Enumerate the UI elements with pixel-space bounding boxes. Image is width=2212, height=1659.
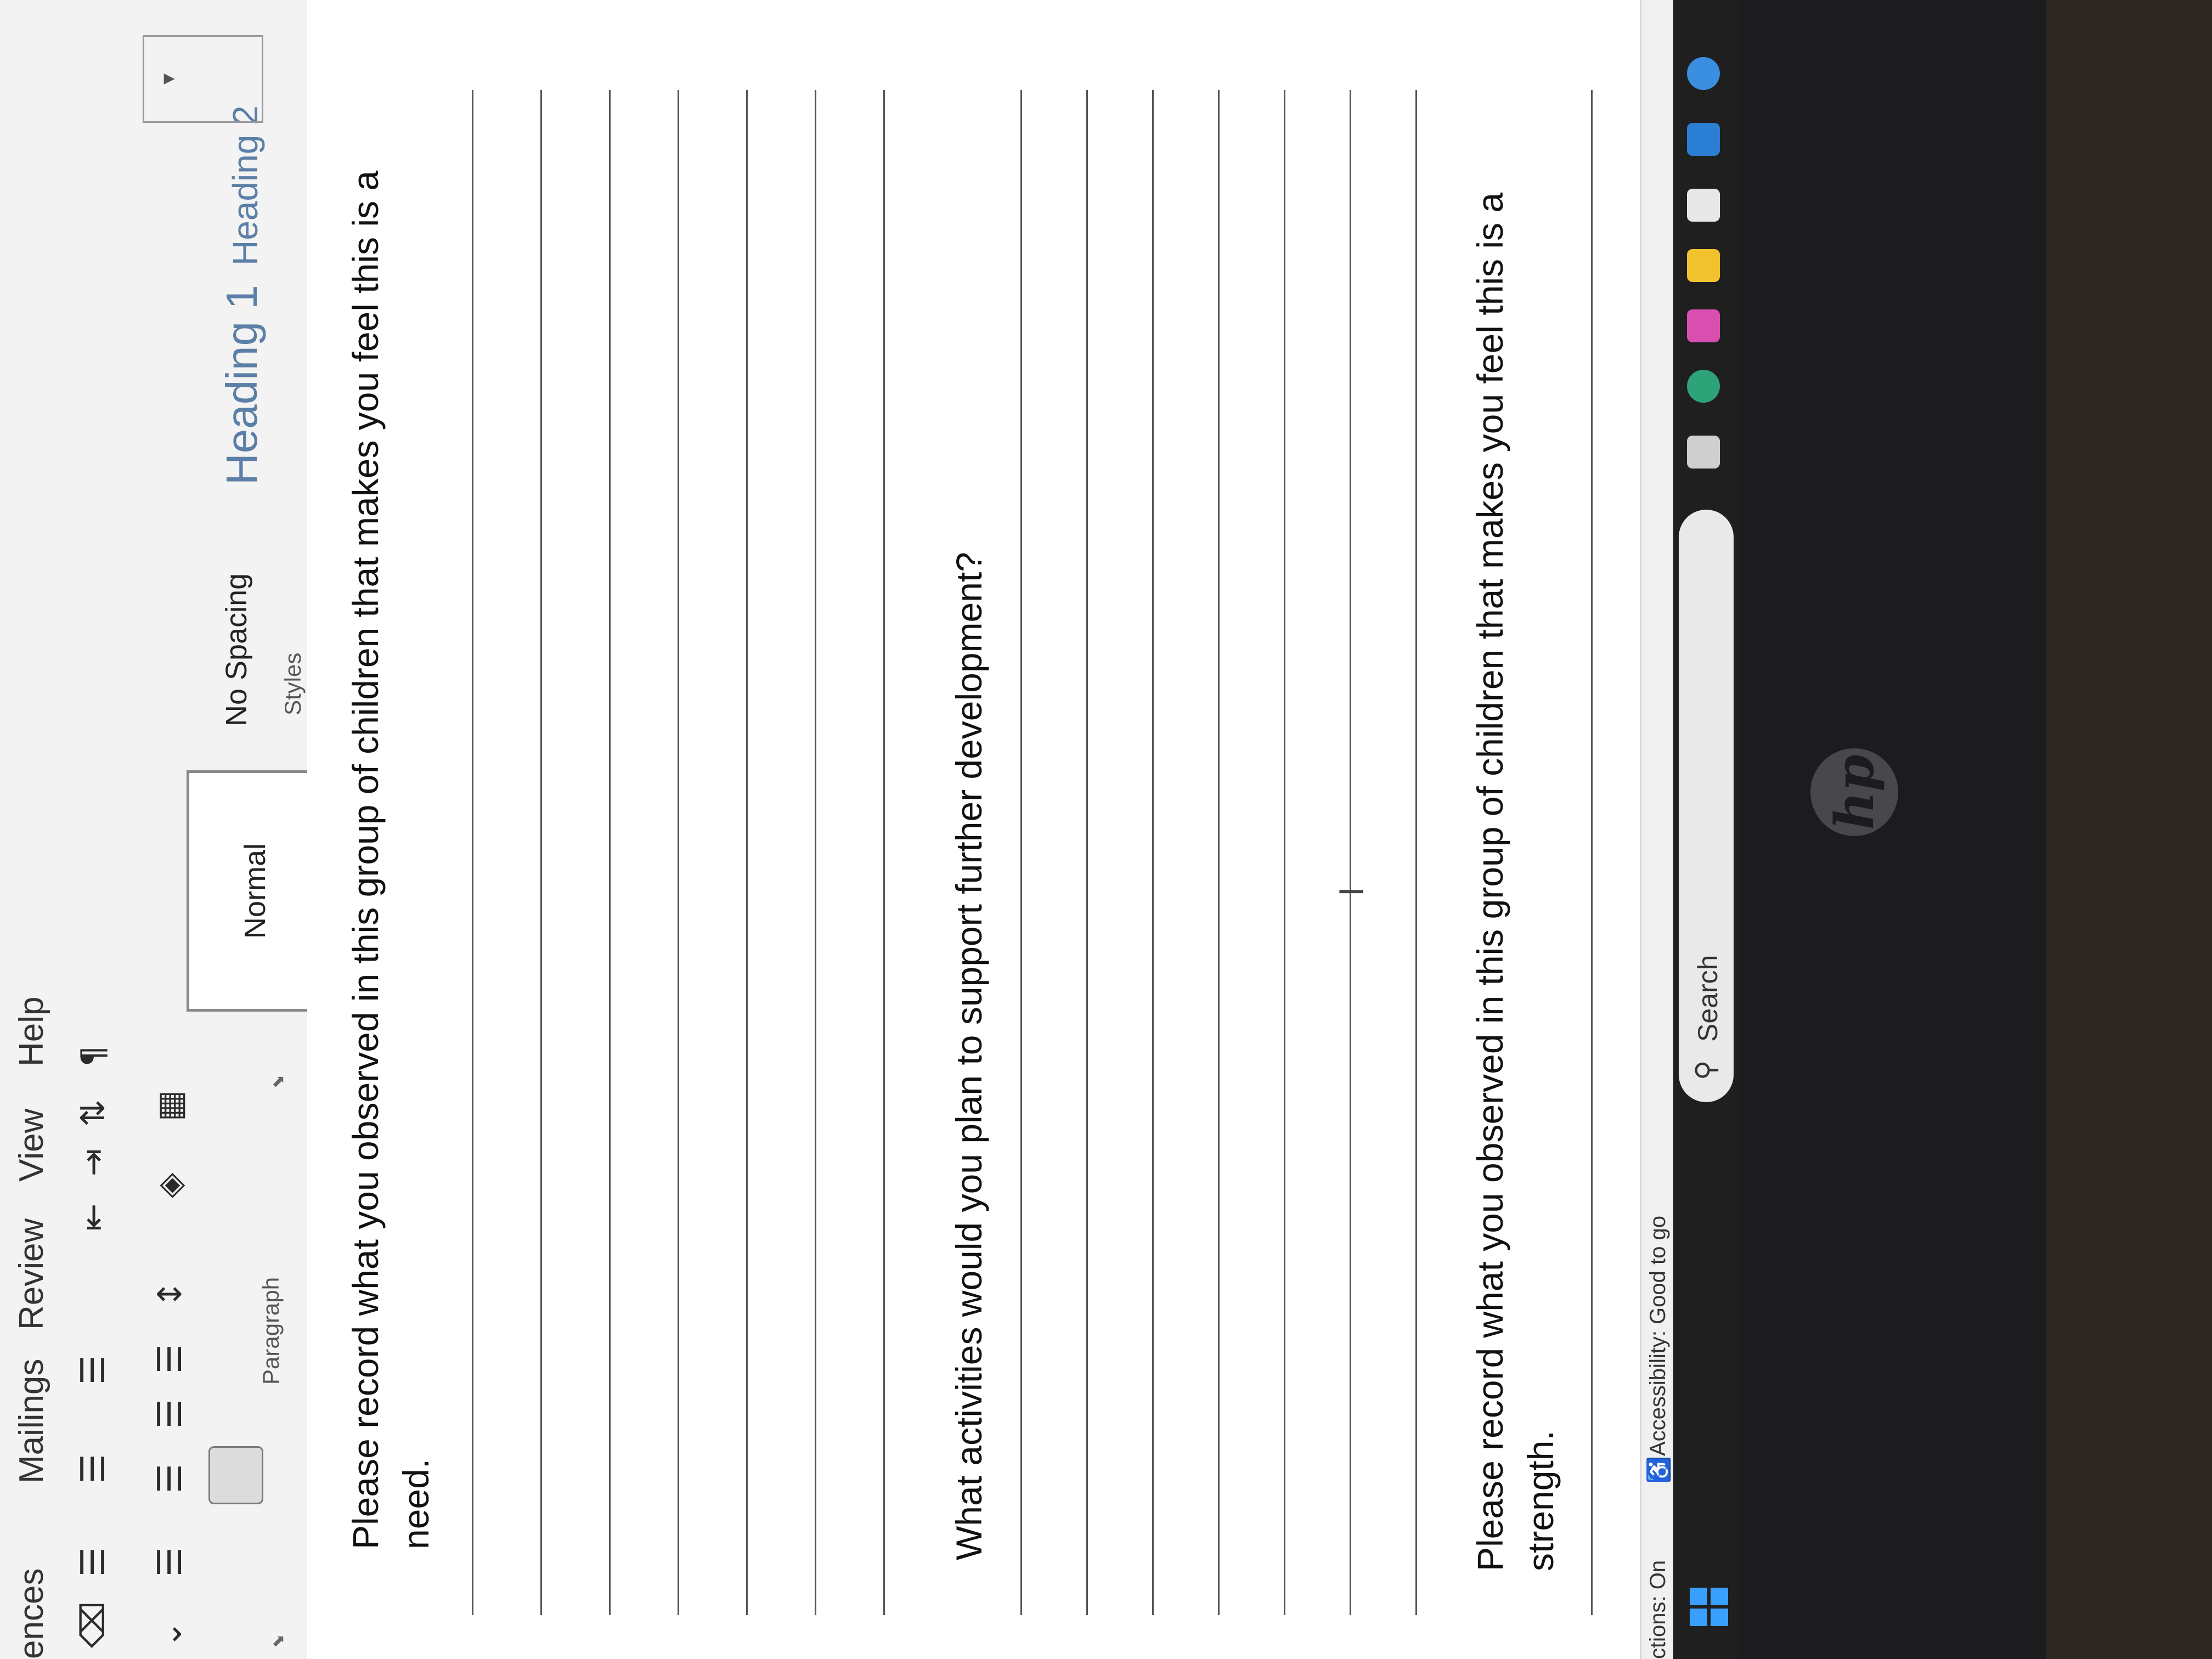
word-window: ences Mailings Review View Help ⌫ ☰ ☰ ☰ … [0, 0, 1673, 1659]
justify-icon[interactable]: ☰ [151, 1344, 189, 1374]
photo-scene: hp ences Mailings Review View Help ⌫ ☰ ☰… [0, 0, 2212, 1659]
hp-app-icon[interactable] [1687, 123, 1720, 156]
bullets-icon[interactable]: ☰ [74, 1547, 112, 1577]
align-center-icon: ☰ [151, 1464, 189, 1493]
line-spacing-icon[interactable]: ↕ [151, 1280, 189, 1308]
answer-line[interactable] [1218, 90, 1220, 1615]
microsoft-store-icon[interactable] [1687, 189, 1720, 222]
clear-formatting-icon[interactable]: ⌫ [74, 1601, 112, 1648]
answer-line[interactable] [1152, 90, 1154, 1615]
ribbon: ⌫ ☰ ☰ ☰ ⇤ ⇥ ⇅ ¶ ⌄ ☰ ☰ ☰ ☰ ↕ ◈ ▦ ⬊ Paragr… [66, 0, 324, 1659]
show-formatting-marks-icon[interactable]: ¶ [74, 1046, 112, 1066]
increase-indent-icon[interactable]: ⇥ [74, 1149, 112, 1176]
styles-group-label: Styles [280, 652, 306, 715]
tab-review[interactable]: Review [12, 1218, 51, 1330]
decrease-indent-icon[interactable]: ⇤ [74, 1204, 112, 1231]
question-need-line1: Please record what you observed in this … [345, 170, 386, 1549]
taskbar-search-label: Search [1692, 955, 1723, 1042]
text-cursor-icon: I [1333, 887, 1372, 896]
question-strength-line2: strength. [1520, 1430, 1561, 1571]
style-normal[interactable]: Normal [187, 770, 324, 1012]
style-normal-label: Normal [239, 843, 272, 939]
multilevel-list-icon[interactable]: ☰ [74, 1355, 112, 1385]
align-center-button[interactable] [208, 1446, 263, 1504]
shading-icon[interactable]: ◈ [151, 1173, 189, 1198]
taskbar-search-box[interactable]: ⚲ Search [1679, 510, 1734, 1102]
style-heading-2[interactable]: Heading 2 [225, 105, 266, 266]
accessibility-icon: ♿ [1647, 1456, 1671, 1483]
answer-line[interactable] [1415, 90, 1417, 1615]
borders-icon[interactable]: ▦ [151, 1090, 189, 1121]
status-bar: ctions: On ♿ Accessibility: Good to go [1640, 0, 1673, 1659]
copilot-icon[interactable] [1687, 309, 1720, 342]
styles-gallery-more-button[interactable]: ▾ [143, 35, 263, 123]
numbering-icon[interactable]: ☰ [74, 1454, 112, 1483]
question-need: Please record what you observed in this … [340, 171, 441, 1549]
style-heading-1[interactable]: Heading 1 [217, 285, 267, 485]
question-strength-line1: Please record what you observed in this … [1470, 192, 1510, 1571]
question-need-line2: need. [396, 1458, 436, 1549]
answer-line[interactable] [1086, 90, 1088, 1615]
question-strength: Please record what you observed in this … [1465, 193, 1566, 1571]
font-dialog-launcher-icon[interactable]: ⬊ [269, 1634, 288, 1648]
answer-line[interactable] [609, 90, 611, 1615]
accessibility-status[interactable]: Accessibility: Good to go [1646, 1216, 1671, 1456]
ribbon-tabs: ences Mailings Review View Help [0, 0, 66, 1659]
answer-line[interactable] [678, 90, 679, 1615]
tab-help[interactable]: Help [12, 996, 51, 1066]
windows-start-icon[interactable] [1690, 1587, 1729, 1626]
align-right-icon[interactable]: ☰ [151, 1399, 189, 1429]
answer-line[interactable] [1284, 90, 1285, 1615]
file-explorer-icon[interactable] [1687, 249, 1720, 282]
answer-line[interactable] [815, 90, 816, 1615]
task-view-icon[interactable] [1687, 436, 1720, 469]
search-icon: ⚲ [1690, 1060, 1722, 1080]
paragraph-dialog-launcher-icon[interactable]: ⬊ [269, 1075, 288, 1088]
question-activities: What activities would you plan to suppor… [949, 551, 989, 1560]
answer-line[interactable] [883, 90, 885, 1615]
chevron-down-icon[interactable]: ⌄ [151, 1621, 189, 1648]
tab-view[interactable]: View [12, 1109, 51, 1182]
answer-line[interactable] [472, 90, 473, 1615]
hp-logo-icon: hp [1810, 748, 1898, 836]
style-no-spacing[interactable]: No Spacing [219, 573, 253, 726]
sort-icon[interactable]: ⇅ [74, 1099, 112, 1127]
align-left-icon[interactable]: ☰ [151, 1547, 189, 1577]
paragraph-group-label: Paragraph [258, 1277, 284, 1385]
answer-line[interactable] [1020, 90, 1022, 1615]
answer-line[interactable] [540, 90, 542, 1615]
edge-browser-icon[interactable] [1687, 370, 1720, 403]
answer-line[interactable] [1591, 90, 1593, 1615]
tab-mailings[interactable]: Mailings [12, 1359, 51, 1483]
desk-background [2041, 0, 2212, 1659]
tab-references[interactable]: ences [12, 1568, 51, 1659]
answer-line[interactable] [1350, 90, 1351, 1615]
answer-line[interactable] [746, 90, 748, 1615]
text-predictions-status[interactable]: ctions: On [1646, 1560, 1671, 1659]
document-page[interactable]: Please record what you observed in this … [307, 0, 1657, 1659]
support-assistant-icon[interactable] [1687, 57, 1720, 90]
